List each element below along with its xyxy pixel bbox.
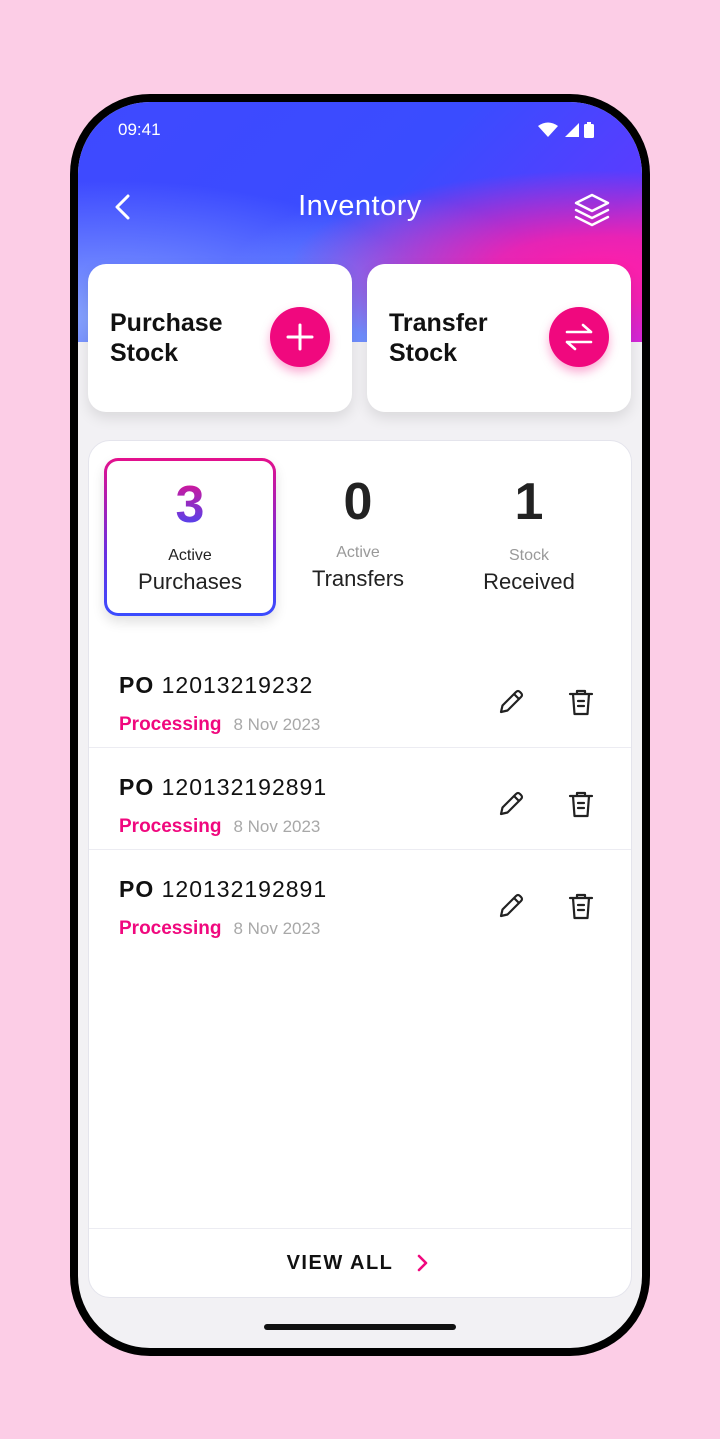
transfer-stock-button[interactable] (549, 307, 609, 367)
stat-main-label: Transfers (311, 566, 405, 591)
transfer-stock-card[interactable]: Transfer Stock (367, 264, 631, 412)
order-number: 12013219232 (161, 672, 314, 698)
order-date: 8 Nov 2023 (233, 919, 321, 938)
app-screen: 09:41 Inventory Purchase Stock Transfer … (78, 102, 642, 1348)
order-meta: Processing 8 Nov 2023 (119, 816, 320, 838)
stat-main-label: Received (483, 569, 575, 594)
battery-icon (584, 122, 594, 138)
stat-sub-label: Active (336, 544, 380, 561)
view-all-button[interactable]: VIEW ALL (89, 1228, 631, 1297)
order-meta: Processing 8 Nov 2023 (119, 714, 320, 736)
purchase-stock-card[interactable]: Purchase Stock (88, 264, 352, 412)
stat-count: 3 (107, 477, 273, 533)
order-prefix: PO (119, 672, 155, 698)
delete-button[interactable] (565, 686, 597, 718)
edit-button[interactable] (495, 686, 527, 718)
order-status: Processing (119, 918, 222, 939)
order-id: PO 120132192891 (119, 876, 327, 903)
layers-button[interactable] (572, 190, 612, 230)
trash-icon (568, 893, 594, 920)
layers-icon (574, 193, 610, 227)
transfer-label-line1: Transfer (389, 309, 488, 337)
home-indicator[interactable] (264, 1324, 456, 1330)
purchase-stock-button[interactable] (270, 307, 330, 367)
transfer-label-line2: Stock (389, 339, 458, 367)
pencil-icon (499, 791, 524, 816)
trash-icon (568, 689, 594, 716)
stat-count: 0 (343, 473, 373, 531)
order-meta: Processing 8 Nov 2023 (119, 918, 320, 940)
order-prefix: PO (119, 774, 155, 800)
order-number: 120132192891 (161, 774, 328, 800)
stat-tab-transfers[interactable]: 0 Active Transfers (275, 458, 441, 610)
orders-panel: 3 Active Purchases 0 Active Transfers 1 … (88, 440, 632, 1298)
stat-sub-label: Stock (508, 547, 549, 564)
swap-arrows-icon (565, 323, 593, 351)
view-all-label: VIEW ALL (286, 1251, 394, 1274)
delete-button[interactable] (565, 890, 597, 922)
order-row[interactable]: PO 120132192891 Processing 8 Nov 2023 (89, 850, 631, 951)
purchase-label-line1: Purchase (110, 309, 223, 337)
transfer-stock-label: Transfer Stock (389, 308, 539, 368)
plus-icon (286, 323, 314, 351)
stat-main-label: Purchases (138, 569, 242, 594)
order-date: 8 Nov 2023 (233, 817, 321, 836)
pencil-icon (499, 689, 524, 714)
status-icons (538, 122, 594, 138)
status-time: 09:41 (118, 120, 161, 139)
order-id: PO 120132192891 (119, 774, 327, 801)
order-status: Processing (119, 816, 222, 837)
edit-button[interactable] (495, 890, 527, 922)
order-number: 120132192891 (161, 876, 328, 902)
order-date: 8 Nov 2023 (233, 715, 321, 734)
signal-icon (565, 123, 579, 137)
stat-count: 1 (514, 473, 544, 531)
chevron-right-icon (418, 1254, 428, 1272)
order-status: Processing (119, 714, 222, 735)
stat-sub-label: Active (168, 547, 212, 564)
stat-tab-purchases[interactable]: 3 Active Purchases (104, 458, 276, 616)
order-id: PO 12013219232 (119, 672, 313, 699)
pencil-icon (499, 893, 524, 918)
trash-icon (568, 791, 594, 818)
delete-button[interactable] (565, 788, 597, 820)
wifi-icon (538, 122, 558, 137)
edit-button[interactable] (495, 788, 527, 820)
stat-tab-received[interactable]: 1 Stock Received (446, 458, 612, 610)
order-row[interactable]: PO 120132192891 Processing 8 Nov 2023 (89, 748, 631, 850)
order-row[interactable]: PO 12013219232 Processing 8 Nov 2023 (89, 646, 631, 748)
purchase-label-line2: Stock (110, 339, 179, 367)
purchase-stock-label: Purchase Stock (110, 308, 260, 368)
phone-frame: 09:41 Inventory Purchase Stock Transfer … (70, 94, 650, 1356)
order-prefix: PO (119, 876, 155, 902)
page-title: Inventory (298, 190, 422, 222)
